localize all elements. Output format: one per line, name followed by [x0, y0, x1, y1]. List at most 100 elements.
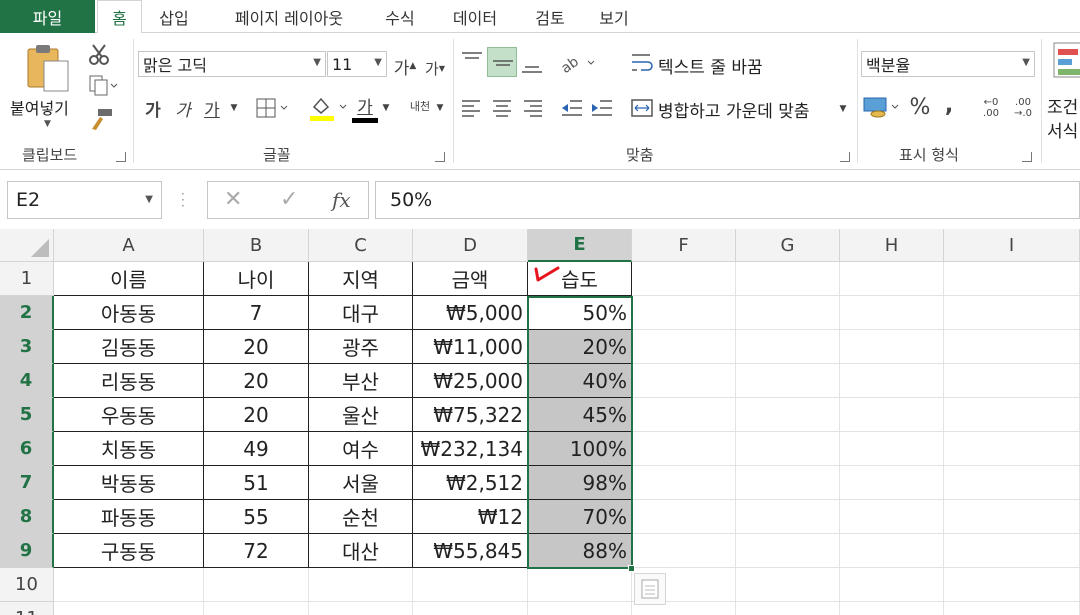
formula-input[interactable]: 50% [375, 181, 1080, 219]
decrease-decimal-button[interactable]: .00 →.0 [1008, 95, 1038, 121]
cell-d10[interactable] [413, 568, 528, 602]
cell-d7[interactable]: ₩2,512 [413, 466, 528, 500]
column-header-f[interactable]: F [632, 229, 736, 262]
cell-c11[interactable] [309, 602, 413, 615]
column-header-b[interactable]: B [204, 229, 309, 262]
cell-a7[interactable]: 박동동 [54, 466, 204, 500]
chevron-down-icon[interactable]: ▼ [836, 97, 850, 121]
cell-a3[interactable]: 김동동 [54, 330, 204, 364]
wrap-text-button[interactable]: 텍스트 줄 바꿈 [658, 53, 763, 78]
cell-c6[interactable]: 여수 [309, 432, 413, 466]
quick-analysis-button[interactable] [634, 573, 666, 605]
cell-c3[interactable]: 광주 [309, 330, 413, 364]
column-header-i[interactable]: I [944, 229, 1080, 262]
cell-c4[interactable]: 부산 [309, 364, 413, 398]
cell-a11[interactable] [54, 602, 204, 615]
tab-home[interactable]: 홈 [97, 0, 142, 34]
cell-g8[interactable] [736, 500, 840, 534]
row-header-9[interactable]: 9 [0, 534, 54, 568]
cell-f8[interactable] [632, 500, 736, 534]
cell-i9[interactable] [944, 534, 1080, 568]
row-header-2[interactable]: 2 [0, 296, 54, 330]
cell-h6[interactable] [840, 432, 944, 466]
cell-h10[interactable] [840, 568, 944, 602]
fill-handle[interactable] [628, 565, 635, 572]
cell-h4[interactable] [840, 364, 944, 398]
cell-f4[interactable] [632, 364, 736, 398]
enter-icon[interactable]: ✓ [280, 187, 298, 212]
cell-g3[interactable] [736, 330, 840, 364]
row-header-7[interactable]: 7 [0, 466, 54, 500]
row-header-1[interactable]: 1 [0, 262, 54, 296]
cell-b8[interactable]: 55 [204, 500, 309, 534]
row-header-4[interactable]: 4 [0, 364, 54, 398]
cell-f7[interactable] [632, 466, 736, 500]
cell-g11[interactable] [736, 602, 840, 615]
grow-font-button[interactable]: 가 ▲ [392, 53, 418, 79]
cell-g6[interactable] [736, 432, 840, 466]
merge-center-icon[interactable] [630, 97, 654, 119]
decrease-indent-icon[interactable] [560, 97, 584, 119]
cell-h2[interactable] [840, 296, 944, 330]
cell-b5[interactable]: 20 [204, 398, 309, 432]
insert-function-button[interactable]: fx [332, 188, 351, 212]
cell-h9[interactable] [840, 534, 944, 568]
alignment-dialog-launcher[interactable] [840, 152, 850, 162]
italic-button[interactable]: 가 [170, 95, 196, 121]
cell-d4[interactable]: ₩25,000 [413, 364, 528, 398]
cell-f9[interactable] [632, 534, 736, 568]
cell-a8[interactable]: 파동동 [54, 500, 204, 534]
cell-d5[interactable]: ₩75,322 [413, 398, 528, 432]
increase-decimal-button[interactable]: ←0 .00 [976, 95, 1006, 121]
cell-f1[interactable] [632, 262, 736, 296]
cell-d6[interactable]: ₩232,134 [413, 432, 528, 466]
cell-f5[interactable] [632, 398, 736, 432]
cell-g4[interactable] [736, 364, 840, 398]
cell-g2[interactable] [736, 296, 840, 330]
cell-a10[interactable] [54, 568, 204, 602]
name-box[interactable]: E2 ▼ [7, 181, 162, 219]
number-dialog-launcher[interactable] [1022, 152, 1032, 162]
cell-a6[interactable]: 치동동 [54, 432, 204, 466]
phonetic-guide-button[interactable]: 내천 [406, 93, 434, 119]
cell-c10[interactable] [309, 568, 413, 602]
accounting-format-icon[interactable] [862, 95, 902, 119]
cell-b11[interactable] [204, 602, 309, 615]
cell-b3[interactable]: 20 [204, 330, 309, 364]
cell-f6[interactable] [632, 432, 736, 466]
cell-b7[interactable]: 51 [204, 466, 309, 500]
bold-button[interactable]: 가 [140, 95, 166, 121]
tab-formulas[interactable]: 수식 [374, 0, 426, 33]
conditional-formatting-icon[interactable] [1052, 41, 1080, 81]
cell-i3[interactable] [944, 330, 1080, 364]
row-header-10[interactable]: 10 [0, 568, 54, 602]
align-middle-button[interactable] [487, 47, 517, 77]
conditional-formatting-label[interactable]: 조건 [1047, 93, 1078, 118]
cell-g7[interactable] [736, 466, 840, 500]
select-all-button[interactable] [0, 229, 54, 262]
cell-h8[interactable] [840, 500, 944, 534]
cancel-icon[interactable]: ✕ [224, 187, 242, 212]
wrap-text-icon[interactable] [630, 51, 654, 75]
cell-h7[interactable] [840, 466, 944, 500]
cell-i5[interactable] [944, 398, 1080, 432]
more-icon[interactable]: · · · [181, 188, 185, 212]
tab-review[interactable]: 검토 [522, 0, 578, 33]
row-header-5[interactable]: 5 [0, 398, 54, 432]
cell-h3[interactable] [840, 330, 944, 364]
font-size-select[interactable]: 11 ▼ [327, 51, 387, 77]
font-name-select[interactable]: 맑은 고딕 ▼ [138, 51, 326, 77]
tab-insert[interactable]: 삽입 [150, 0, 198, 33]
align-bottom-icon[interactable] [520, 55, 544, 77]
cell-c7[interactable]: 서울 [309, 466, 413, 500]
align-right-icon[interactable] [522, 97, 544, 119]
cell-d8[interactable]: ₩12 [413, 500, 528, 534]
borders-icon[interactable] [255, 97, 289, 119]
fill-color-icon[interactable] [308, 95, 348, 121]
cell-i4[interactable] [944, 364, 1080, 398]
cell-b10[interactable] [204, 568, 309, 602]
cell-g1[interactable] [736, 262, 840, 296]
copy-icon[interactable] [88, 75, 118, 97]
cell-b6[interactable]: 49 [204, 432, 309, 466]
cell-h5[interactable] [840, 398, 944, 432]
